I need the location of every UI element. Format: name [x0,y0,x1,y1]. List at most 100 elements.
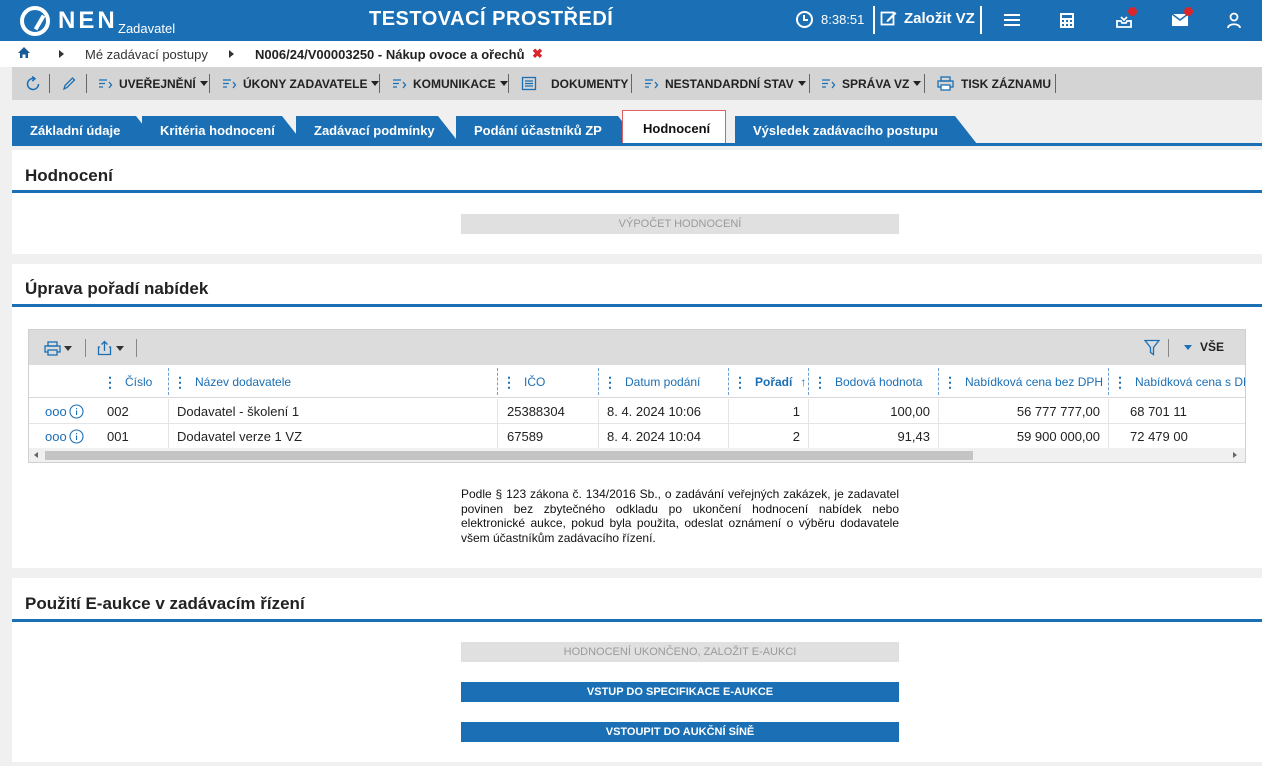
section-underline [12,619,1262,622]
notification-dot [1128,7,1137,16]
column-separator[interactable] [938,368,939,395]
chevron-down-icon [64,346,72,351]
chevron-down-icon [1184,344,1192,350]
toolbar-menu-uverejneni[interactable]: UVEŘEJNĚNÍ [98,67,208,100]
list-icon [645,79,659,89]
calculator-icon[interactable] [1055,8,1079,32]
column-menu-icon[interactable]: ⋮ [943,375,957,389]
cell-ico: 25388304 [507,404,565,419]
cell-divider [497,399,498,424]
toolbar-label: SPRÁVA VZ [842,76,910,91]
table-row[interactable]: ooo 002 Dodavatel - školení 1 25388304 8… [29,399,1245,424]
cell-divider [168,399,169,424]
column-menu-icon[interactable]: ⋮ [1113,375,1127,389]
table-print-button[interactable] [44,341,72,356]
table-export-button[interactable] [97,340,124,356]
toolbar-menu-komunikace[interactable]: KOMUNIKACE [392,67,508,100]
scroll-left-icon[interactable] [34,452,38,458]
scrollbar-thumb[interactable] [45,451,973,460]
column-header-cislo[interactable]: ⋮ Číslo [103,365,165,398]
column-header-nazev[interactable]: ⋮ Název dodavatele [173,365,493,398]
toolbar-separator [924,74,925,93]
panel-e-aukce: Použití E-aukce v zadávacím řízení HODNO… [12,578,1262,762]
column-header-bodova[interactable]: ⋮ Bodová hodnota [813,365,937,398]
column-header-poradi[interactable]: ⋮ Pořadí ↑ [733,365,807,398]
column-menu-icon[interactable]: ⋮ [103,375,117,389]
breadcrumb-item-my-procedures[interactable]: Mé zadávací postupy [85,47,208,62]
tab-label: Podání účastníků ZP [474,122,602,138]
column-separator[interactable] [497,368,498,395]
column-header-ico[interactable]: ⋮ IČO [502,365,597,398]
column-menu-icon[interactable]: ⋮ [733,375,747,389]
column-menu-icon[interactable]: ⋮ [603,375,617,389]
column-separator[interactable] [598,368,599,395]
column-menu-icon[interactable]: ⋮ [502,375,516,389]
top-bar: NEN Zadavatel TESTOVACÍ PROSTŘEDÍ 8:38:5… [0,0,1262,41]
scroll-right-icon[interactable] [1233,452,1237,458]
horizontal-scrollbar[interactable] [29,448,1245,462]
breadcrumb-item-current[interactable]: N006/24/V00003250 - Nákup ovoce a ořechů [255,47,525,62]
toolbar-menu-tisk[interactable]: TISK ZÁZNAMU [937,67,1051,100]
tab-kriteria-hodnoceni[interactable]: Kritéria hodnocení [142,116,304,144]
cell-bodova: 91,43 [897,429,930,444]
filter-select[interactable]: VŠE [1184,340,1224,354]
toolbar-separator [508,74,509,93]
column-separator[interactable] [808,368,809,395]
home-icon[interactable] [17,46,31,62]
column-separator[interactable] [168,368,169,395]
tab-zakladni-udaje[interactable]: Základní údaje [12,116,158,144]
nen-logo[interactable]: NEN [20,5,118,37]
menu-icon[interactable] [1000,8,1024,32]
column-separator[interactable] [1108,368,1109,395]
cell-poradi: 2 [792,429,800,444]
edit-icon [880,11,897,26]
refresh-icon[interactable] [25,67,41,100]
cell-cislo: 002 [107,404,129,419]
list-icon [223,79,237,89]
cell-nazev: Dodavatel verze 1 VZ [177,429,303,444]
table-row[interactable]: ooo 001 Dodavatel verze 1 VZ 67589 8. 4.… [29,424,1245,449]
info-icon[interactable] [69,399,84,424]
calculate-evaluation-button[interactable]: VÝPOČET HODNOCENÍ [461,214,899,234]
more-icon[interactable]: ooo [45,399,67,424]
column-menu-icon[interactable]: ⋮ [813,375,827,389]
column-header-datum[interactable]: ⋮ Datum podání [603,365,727,398]
toolbar-separator [1168,339,1169,357]
inbox-icon[interactable] [1112,7,1137,32]
cell-divider [598,399,599,424]
toolbar-menu-ukony[interactable]: ÚKONY ZADAVATELE [222,67,380,100]
cell-divider [497,424,498,449]
column-menu-icon[interactable]: ⋮ [173,375,187,389]
panel-uprava-poradi: Úprava pořadí nabídek VŠE ⋮ Číslo ⋮ Náze… [12,264,1262,568]
tab-podani-ucastniku[interactable]: Podání účastníků ZP [456,116,640,144]
column-header-cena-s-dph[interactable]: ⋮ Nabídková cena s DPH [1113,365,1245,398]
cell-bodova: 100,00 [890,404,930,419]
mail-icon[interactable] [1168,7,1193,32]
table-header: ⋮ Číslo ⋮ Název dodavatele ⋮ IČO ⋮ Datum pod… [29,365,1245,398]
create-e-auction-button[interactable]: HODNOCENÍ UKONČENO, ZALOŽIT E-AUKCI [461,642,899,662]
create-vz-button[interactable]: Založit VZ [880,9,975,27]
toolbar-separator [209,74,210,93]
enter-auction-hall-button[interactable]: VSTOUPIT DO AUKČNÍ SÍNĚ [461,722,899,742]
list-icon [393,79,407,89]
session-timer: 8:38:51 [796,11,864,28]
info-icon[interactable] [69,424,84,449]
toolbar-menu-dokumenty[interactable]: DOKUMENTY [521,67,628,100]
create-vz-label: Založit VZ [904,9,975,27]
tab-hodnoceni[interactable]: Hodnocení [622,110,726,146]
filter-icon[interactable] [1143,339,1161,361]
toolbar-label: TISK ZÁZNAMU [961,76,1051,91]
e-auction-specification-button[interactable]: VSTUP DO SPECIFIKACE E-AUKCE [461,682,899,702]
tab-vysledek[interactable]: Výsledek zadávacího postupu [735,116,977,144]
close-icon[interactable]: ✖ [532,46,543,62]
tab-zadavaci-podminky[interactable]: Zadávací podmínky [296,116,460,144]
toolbar-menu-sprava[interactable]: SPRÁVA VZ [821,67,922,100]
column-header-cena-bez-dph[interactable]: ⋮ Nabídková cena bez DPH [943,365,1107,398]
toolbar-menu-nestandardni[interactable]: NESTANDARDNÍ STAV [644,67,806,100]
column-separator[interactable] [728,368,729,395]
user-icon[interactable] [1222,8,1246,32]
pencil-icon[interactable] [62,67,76,100]
logo-icon [20,6,50,36]
session-time: 8:38:51 [821,12,865,27]
more-icon[interactable]: ooo [45,424,67,449]
